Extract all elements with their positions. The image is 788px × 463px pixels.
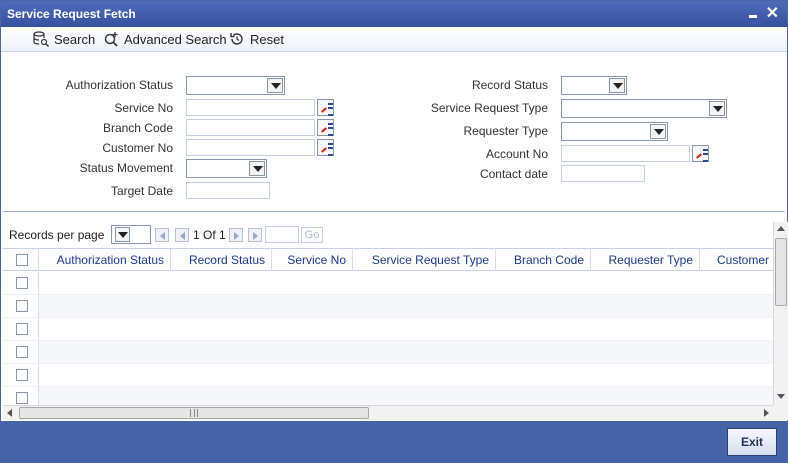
scroll-down-icon[interactable] bbox=[777, 394, 785, 399]
vertical-scrollbar[interactable] bbox=[773, 222, 788, 405]
table-row[interactable] bbox=[3, 341, 773, 364]
footer-bar: Exit bbox=[1, 421, 787, 463]
branch-code-input[interactable] bbox=[186, 119, 315, 136]
go-button[interactable]: Go bbox=[301, 227, 323, 243]
customer-no-lov-icon[interactable] bbox=[317, 139, 334, 156]
service-request-type-select[interactable] bbox=[561, 99, 727, 118]
select-all-cell bbox=[3, 249, 39, 271]
row-checkbox[interactable] bbox=[16, 277, 28, 289]
reset-button[interactable]: Reset bbox=[229, 30, 284, 48]
column-record-status[interactable]: Record Status bbox=[171, 249, 272, 271]
table-row[interactable] bbox=[3, 318, 773, 341]
service-request-fetch-window: Service Request Fetch ✕ Search Advanced … bbox=[0, 0, 788, 463]
row-select-cell bbox=[3, 272, 39, 294]
service-no-input[interactable] bbox=[186, 99, 315, 116]
table-row[interactable] bbox=[3, 387, 773, 405]
branch-code-lov-icon[interactable] bbox=[317, 119, 334, 136]
row-select-cell bbox=[3, 387, 39, 405]
row-checkbox[interactable] bbox=[16, 323, 28, 335]
minimize-icon[interactable] bbox=[747, 7, 759, 19]
record-status-select[interactable] bbox=[561, 76, 627, 95]
service-no-label: Service No bbox=[114, 101, 173, 115]
customer-no-input[interactable] bbox=[186, 139, 315, 156]
row-select-cell bbox=[3, 341, 39, 363]
column-service-request-type[interactable]: Service Request Type bbox=[353, 249, 496, 271]
results-grid: Authorization Status Record Status Servi… bbox=[3, 248, 773, 405]
first-page-icon[interactable] bbox=[155, 228, 169, 242]
status-movement-select[interactable] bbox=[186, 159, 267, 178]
contact-date-input[interactable] bbox=[561, 165, 645, 182]
table-row[interactable] bbox=[3, 272, 773, 295]
title-bar: Service Request Fetch ✕ bbox=[1, 1, 787, 27]
last-page-icon[interactable] bbox=[248, 228, 262, 242]
target-date-label: Target Date bbox=[110, 184, 173, 198]
database-search-icon bbox=[33, 31, 49, 47]
vertical-scroll-thumb[interactable] bbox=[775, 238, 787, 306]
grip-icon bbox=[190, 409, 198, 417]
records-per-page-label: Records per page bbox=[9, 228, 105, 242]
service-request-type-label: Service Request Type bbox=[430, 101, 548, 115]
chevron-down-icon bbox=[249, 161, 265, 176]
column-service-no[interactable]: Service No bbox=[272, 249, 353, 271]
status-movement-label: Status Movement bbox=[79, 161, 173, 175]
toolbar: Search Advanced Search Reset bbox=[1, 27, 787, 52]
advanced-search-button[interactable]: Advanced Search bbox=[103, 30, 227, 48]
scroll-right-icon[interactable] bbox=[764, 409, 769, 417]
account-no-label: Account No bbox=[485, 147, 548, 161]
authorization-status-label: Authorization Status bbox=[65, 78, 173, 92]
records-per-page-select[interactable]: 15 bbox=[111, 225, 151, 244]
requester-type-select[interactable] bbox=[561, 122, 668, 141]
column-branch-code[interactable]: Branch Code bbox=[496, 249, 591, 271]
authorization-status-select[interactable] bbox=[186, 76, 285, 95]
account-no-input[interactable] bbox=[561, 145, 690, 162]
reset-label: Reset bbox=[250, 31, 284, 47]
grid-header: Authorization Status Record Status Servi… bbox=[3, 249, 773, 271]
scroll-up-icon[interactable] bbox=[777, 226, 785, 231]
record-status-label: Record Status bbox=[471, 78, 548, 92]
goto-page-input[interactable] bbox=[265, 226, 299, 243]
reset-icon bbox=[229, 31, 245, 47]
customer-no-label: Customer No bbox=[102, 141, 173, 155]
page-info: 1 Of 1 bbox=[193, 228, 226, 242]
close-icon[interactable]: ✕ bbox=[766, 3, 779, 23]
contact-date-label: Contact date bbox=[479, 167, 548, 181]
account-no-lov-icon[interactable] bbox=[692, 145, 709, 162]
window-title: Service Request Fetch bbox=[7, 7, 136, 21]
horizontal-scroll-thumb[interactable] bbox=[19, 407, 369, 419]
chevron-down-icon bbox=[709, 101, 725, 116]
row-select-cell bbox=[3, 318, 39, 340]
chevron-down-icon bbox=[650, 124, 666, 139]
scrollbar-corner bbox=[773, 405, 788, 420]
row-select-cell bbox=[3, 364, 39, 386]
select-all-checkbox[interactable] bbox=[16, 254, 28, 266]
next-page-icon[interactable] bbox=[229, 228, 243, 242]
search-label: Search bbox=[54, 31, 96, 47]
chevron-down-icon bbox=[609, 78, 625, 93]
advanced-search-label: Advanced Search bbox=[124, 31, 227, 47]
row-select-cell bbox=[3, 295, 39, 317]
row-checkbox[interactable] bbox=[16, 346, 28, 358]
records-navigation-bar: Records per page 15 1 Of 1 Go bbox=[3, 222, 773, 247]
column-requester-type[interactable]: Requester Type bbox=[591, 249, 700, 271]
search-button[interactable]: Search bbox=[33, 30, 95, 48]
search-criteria-form: Authorization Status Service No Branch C… bbox=[3, 52, 785, 212]
requester-type-label: Requester Type bbox=[463, 124, 549, 138]
exit-button[interactable]: Exit bbox=[727, 428, 777, 456]
row-checkbox[interactable] bbox=[16, 369, 28, 381]
previous-page-icon[interactable] bbox=[175, 228, 189, 242]
target-date-input[interactable] bbox=[186, 182, 270, 199]
chevron-down-icon bbox=[115, 227, 130, 242]
table-row[interactable] bbox=[3, 364, 773, 387]
column-customer[interactable]: Customer bbox=[700, 249, 773, 271]
chevron-down-icon bbox=[267, 78, 283, 93]
row-checkbox[interactable] bbox=[16, 392, 28, 404]
column-authorization-status[interactable]: Authorization Status bbox=[39, 249, 171, 271]
scroll-left-icon[interactable] bbox=[7, 409, 12, 417]
advanced-search-icon bbox=[103, 31, 119, 47]
service-no-lov-icon[interactable] bbox=[317, 99, 334, 116]
horizontal-scrollbar[interactable] bbox=[3, 405, 773, 420]
row-checkbox[interactable] bbox=[16, 300, 28, 312]
table-row[interactable] bbox=[3, 295, 773, 318]
branch-code-label: Branch Code bbox=[102, 121, 173, 135]
